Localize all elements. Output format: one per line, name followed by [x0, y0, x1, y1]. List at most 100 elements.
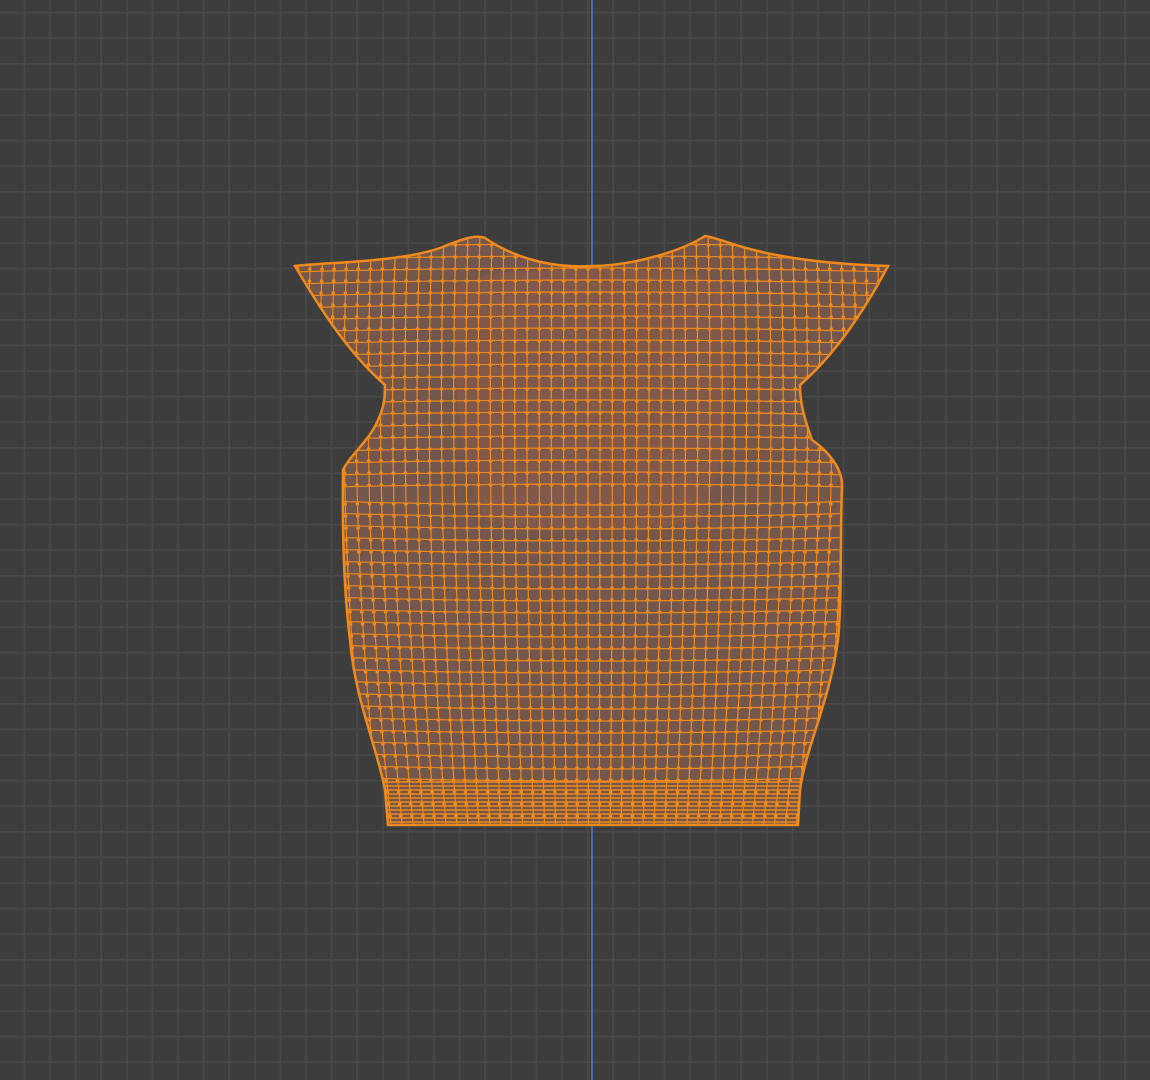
- mesh-vertex: [860, 742, 864, 746]
- mesh-vertex: [671, 315, 675, 319]
- mesh-vertex: [765, 586, 770, 590]
- mesh-wireframe[interactable]: [0, 0, 1150, 1080]
- mesh-vertex: [718, 562, 723, 566]
- mesh-vertex: [768, 471, 773, 475]
- mesh-vertex: [314, 754, 318, 758]
- mesh-vertex: [730, 562, 735, 566]
- mesh-vertex: [525, 279, 530, 283]
- mesh-vertex: [711, 742, 716, 746]
- mesh-vertex: [386, 658, 391, 662]
- mesh-vertex: [828, 526, 832, 530]
- mesh-vertex: [863, 802, 868, 806]
- mesh-vertex: [451, 766, 455, 770]
- mesh-vertex: [669, 634, 673, 638]
- mesh-vertex: [306, 327, 310, 331]
- mesh-vertex: [429, 550, 434, 554]
- mesh-vertex: [497, 802, 502, 806]
- mesh-vertex: [408, 622, 412, 626]
- mesh-vertex: [790, 574, 794, 578]
- mesh-vertex: [853, 327, 858, 331]
- mesh-vertex: [785, 814, 789, 818]
- mesh-vertex: [574, 483, 578, 487]
- mesh-vertex: [500, 423, 505, 427]
- mesh-vertex: [731, 255, 735, 259]
- mesh-vertex: [695, 327, 700, 331]
- mesh-vertex: [489, 267, 494, 271]
- mesh-vertex: [418, 586, 423, 590]
- mesh-vertex: [574, 279, 578, 283]
- mesh-vertex: [377, 694, 381, 698]
- mesh-vertex: [793, 459, 797, 463]
- mesh-vertex: [538, 634, 543, 638]
- mesh-vertex: [804, 730, 808, 734]
- mesh-vertex: [887, 550, 888, 554]
- mesh-vertex: [647, 471, 651, 475]
- mesh-vertex: [459, 706, 463, 710]
- mesh-vertex: [758, 730, 762, 734]
- mesh-vertex: [330, 435, 334, 439]
- mesh-vertex: [610, 502, 614, 506]
- mesh-vertex: [501, 514, 505, 518]
- mesh-vertex: [392, 526, 397, 530]
- mesh-vertex: [451, 423, 456, 427]
- mesh-vertex: [339, 778, 344, 782]
- mesh-vertex: [465, 279, 469, 283]
- mesh-vertex: [793, 435, 798, 439]
- mesh-vertex: [815, 267, 820, 271]
- mesh-vertex: [878, 315, 882, 319]
- mesh-vertex: [720, 351, 724, 355]
- mesh-vertex: [743, 279, 748, 283]
- mesh-vertex: [621, 646, 626, 650]
- mesh-vertex: [415, 471, 420, 475]
- mesh-vertex: [703, 670, 707, 674]
- mesh-vertex: [739, 646, 744, 650]
- mesh-vertex: [720, 435, 724, 439]
- mesh-vertex: [683, 459, 688, 463]
- mesh-vertex: [683, 327, 688, 331]
- mesh-vertex: [404, 279, 409, 283]
- mesh-vertex: [702, 694, 707, 698]
- mesh-vertex: [428, 483, 432, 487]
- mesh-vertex: [324, 610, 328, 614]
- mesh-vertex: [428, 471, 432, 475]
- mesh-vertex: [737, 694, 741, 698]
- mesh-vertex: [718, 814, 723, 818]
- mesh-vertex: [505, 718, 510, 722]
- mesh-vertex: [736, 706, 741, 710]
- mesh-vertex: [789, 598, 793, 602]
- mesh-vertex: [317, 411, 322, 415]
- mesh-vertex: [394, 574, 398, 578]
- mesh-vertex: [488, 411, 493, 415]
- mesh-vertex: [752, 610, 757, 614]
- mesh-vertex: [781, 730, 785, 734]
- mesh-vertex: [420, 802, 424, 806]
- mesh-vertex: [366, 375, 371, 379]
- mesh-vertex: [318, 339, 322, 343]
- mesh-vertex: [755, 291, 760, 295]
- mesh-vertex: [356, 538, 361, 542]
- mesh-vertex: [598, 375, 602, 379]
- mesh-vertex: [329, 399, 334, 403]
- mesh-vertex: [791, 267, 796, 271]
- mesh-vertex: [396, 790, 401, 794]
- mesh-vertex: [549, 538, 554, 542]
- mesh-vertex: [659, 502, 663, 506]
- mesh-vertex: [802, 562, 807, 566]
- mesh-vertex: [634, 483, 639, 487]
- mesh-vertex: [350, 778, 355, 782]
- 3d-viewport[interactable]: [0, 0, 1150, 1080]
- mesh-vertex: [586, 447, 590, 451]
- mesh-vertex: [646, 502, 651, 506]
- mesh-vertex: [598, 339, 602, 343]
- mesh-vertex: [633, 658, 637, 662]
- mesh-vertex: [744, 411, 749, 415]
- mesh-vertex: [812, 610, 817, 614]
- mesh-vertex: [632, 718, 636, 722]
- mesh-vertex: [720, 399, 724, 403]
- mesh-vertex: [888, 538, 892, 542]
- mesh-vertex: [783, 694, 788, 698]
- mesh-vertex: [517, 730, 522, 734]
- mesh-vertex: [519, 778, 523, 782]
- mesh-vertex: [719, 303, 724, 307]
- mesh-vertex: [331, 279, 336, 283]
